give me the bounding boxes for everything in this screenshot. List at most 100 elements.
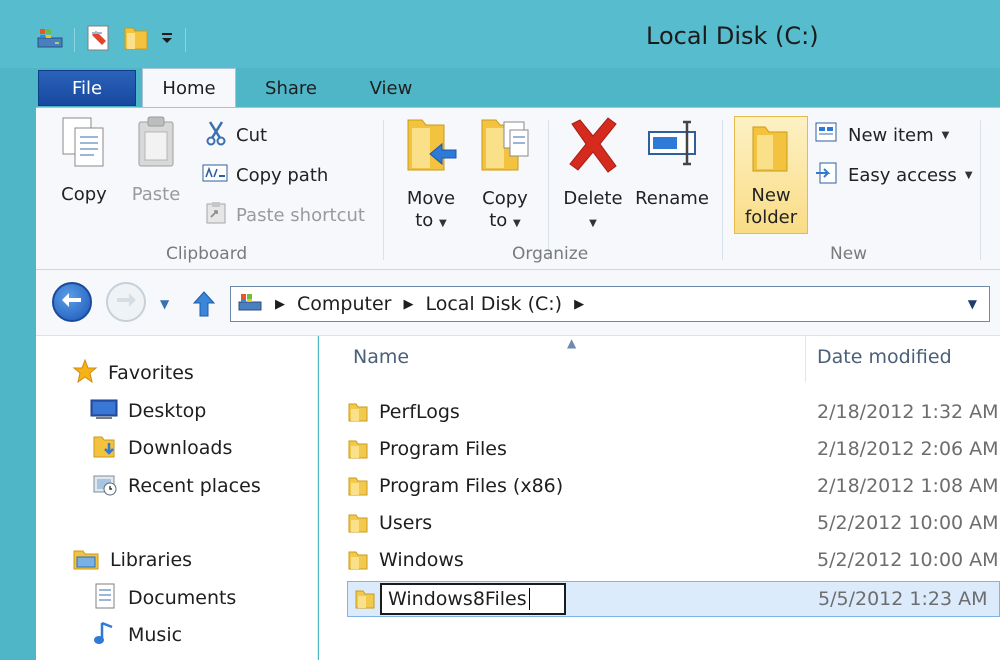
navigation-pane: Favorites Desktop Downloads Recent place… [36, 336, 318, 660]
properties-icon[interactable] [85, 23, 113, 57]
recent-places-icon [92, 471, 118, 502]
easy-access-icon [814, 161, 840, 190]
nav-favorites[interactable]: Favorites [72, 358, 194, 388]
copy-button[interactable]: Copy [56, 114, 112, 206]
organize-group-label: Organize [512, 244, 589, 264]
customize-qat-icon[interactable] [159, 28, 175, 52]
move-to-icon [404, 114, 458, 180]
tab-file[interactable]: File [38, 70, 136, 106]
scissors-icon [204, 120, 228, 151]
documents-icon [92, 582, 118, 615]
move-to-label: Move to ▼ [406, 188, 456, 231]
new-folder-icon [749, 123, 793, 181]
nav-recent-places[interactable]: Recent places [92, 471, 261, 501]
copy-to-button[interactable]: Copy to ▼ [474, 114, 536, 235]
move-to-button[interactable]: Move to ▼ [400, 114, 462, 235]
folder-icon [347, 549, 369, 571]
column-divider[interactable] [805, 336, 806, 382]
music-note-icon [92, 619, 118, 652]
file-row[interactable]: Program Files 2/18/2012 2:06 AM [347, 432, 1000, 466]
forward-button[interactable] [106, 282, 146, 322]
delete-label: Delete ▼ [563, 188, 623, 229]
breadcrumb-arrow-icon[interactable]: ▶ [574, 297, 584, 312]
forward-arrow-icon [115, 291, 137, 313]
tab-share[interactable]: Share [246, 68, 336, 108]
copy-label: Copy [61, 184, 107, 205]
address-bar[interactable]: ▶ Computer ▶ Local Disk (C:) ▶ ▼ [230, 286, 990, 322]
paste-icon [131, 114, 181, 176]
qat-separator [185, 28, 186, 52]
file-row[interactable]: Windows 5/2/2012 10:00 AM [347, 543, 1000, 577]
new-group-label: New [830, 244, 868, 264]
chevron-down-icon: ▼ [941, 129, 950, 141]
qat-separator [74, 28, 75, 52]
group-separator [722, 120, 723, 260]
new-item-button[interactable]: New item ▼ [814, 120, 949, 150]
star-icon [72, 358, 98, 389]
rename-label: Rename [635, 188, 709, 209]
recent-locations-dropdown[interactable]: ▼ [160, 297, 169, 311]
file-row-selected[interactable]: Windows8Files 5/5/2012 1:23 AM [347, 581, 1000, 617]
navigation-bar: ▼ ▶ Computer ▶ Local Disk (C:) ▶ ▼ [36, 270, 1000, 336]
copy-path-button[interactable]: Copy path [202, 160, 328, 190]
drive-icon[interactable] [36, 24, 64, 56]
ribbon-home: Copy Paste Cut Copy path Paste shortcut … [36, 107, 1000, 270]
file-list: ▲ Name Date modified PerfLogs 2/18/2012 … [319, 336, 1000, 660]
text-cursor [528, 588, 530, 610]
copy-icon [59, 114, 109, 176]
group-separator [383, 120, 384, 260]
rename-button[interactable]: Rename [634, 114, 710, 210]
file-row[interactable]: Users 5/2/2012 10:00 AM [347, 506, 1000, 540]
file-row[interactable]: PerfLogs 2/18/2012 1:32 AM [347, 395, 1000, 429]
group-separator [548, 120, 549, 260]
new-folder-button[interactable]: New folder [734, 116, 808, 234]
breadcrumb-local-disk[interactable]: Local Disk (C:) [425, 293, 562, 315]
copy-path-label: Copy path [236, 164, 329, 186]
tab-view[interactable]: View [346, 68, 436, 108]
column-header-name[interactable]: Name [353, 346, 409, 368]
drive-icon [237, 290, 263, 319]
libraries-icon [72, 545, 100, 576]
title-bar: Local Disk (C:) [0, 0, 1000, 68]
paste-button[interactable]: Paste [128, 114, 184, 206]
breadcrumb-arrow-icon[interactable]: ▶ [403, 297, 413, 312]
file-row[interactable]: Program Files (x86) 2/18/2012 1:08 AM [347, 469, 1000, 503]
nav-documents[interactable]: Documents [92, 583, 236, 613]
new-folder-qat-icon[interactable] [123, 24, 149, 56]
window-title: Local Disk (C:) [646, 22, 819, 50]
ribbon-tabs: File Home Share View [36, 68, 1000, 108]
delete-x-icon [566, 114, 620, 180]
sort-ascending-icon: ▲ [567, 336, 577, 350]
rename-input[interactable]: Windows8Files [380, 583, 566, 615]
paste-shortcut-button[interactable]: Paste shortcut [204, 200, 365, 230]
cut-button[interactable]: Cut [204, 120, 267, 150]
breadcrumb-computer[interactable]: Computer [297, 293, 391, 315]
new-item-icon [814, 121, 840, 150]
up-arrow-icon[interactable] [192, 290, 216, 322]
folder-icon [347, 438, 369, 460]
breadcrumb-arrow-icon[interactable]: ▶ [275, 297, 285, 312]
tab-home[interactable]: Home [142, 68, 236, 108]
folder-icon [347, 401, 369, 423]
folder-icon [347, 512, 369, 534]
address-dropdown-icon[interactable]: ▼ [968, 297, 977, 311]
back-button[interactable] [52, 282, 92, 322]
cut-label: Cut [236, 124, 268, 146]
delete-button[interactable]: Delete ▼ [560, 114, 626, 235]
paste-shortcut-icon [204, 201, 228, 230]
column-header-date-modified[interactable]: Date modified [817, 346, 952, 368]
clipboard-group-label: Clipboard [166, 244, 248, 264]
nav-music[interactable]: Music [92, 620, 182, 650]
new-item-label: New item [848, 124, 934, 146]
easy-access-button[interactable]: Easy access ▼ [814, 160, 973, 190]
group-separator [980, 120, 981, 260]
quick-access-toolbar [36, 22, 186, 58]
folder-icon [354, 588, 376, 610]
downloads-icon [92, 433, 118, 464]
nav-desktop[interactable]: Desktop [90, 396, 206, 426]
nav-libraries[interactable]: Libraries [72, 545, 192, 575]
chevron-down-icon: ▼ [964, 169, 973, 181]
nav-downloads[interactable]: Downloads [92, 433, 232, 463]
rename-icon [645, 114, 699, 180]
easy-access-label: Easy access [848, 164, 957, 186]
